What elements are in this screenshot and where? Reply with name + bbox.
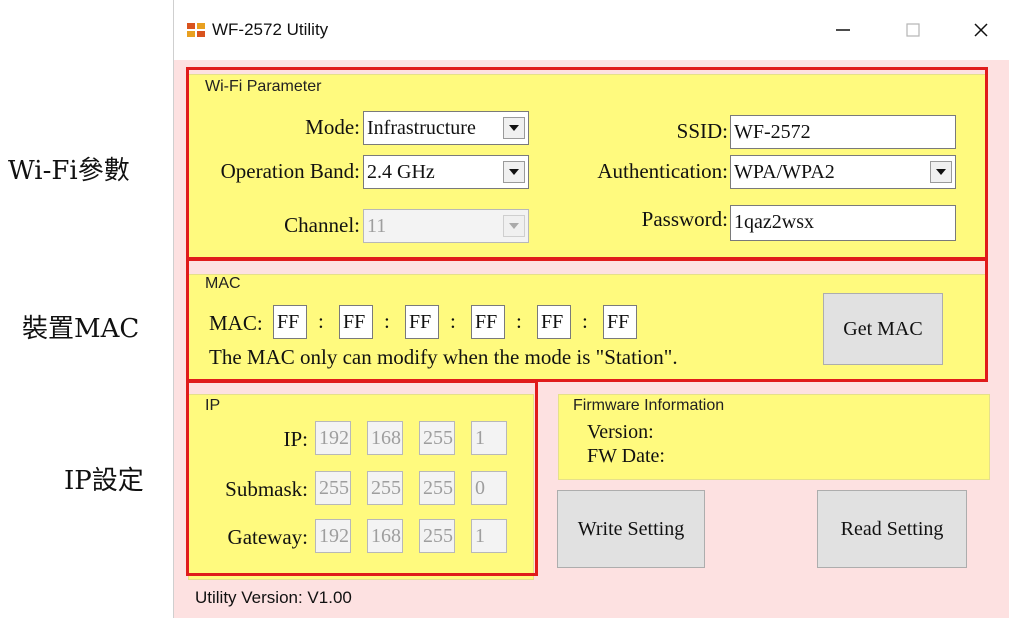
- password-label: Password:: [641, 207, 728, 231]
- firmware-legend: Firmware Information: [573, 397, 725, 414]
- ip-group: IP IP: Submask: Gateway: 192 168 255 1 255 25…: [188, 394, 534, 580]
- mac-legend: MAC: [205, 275, 241, 292]
- password-input[interactable]: 1qaz2wsx: [730, 205, 956, 241]
- mac-octet-2-input[interactable]: FF: [339, 305, 373, 339]
- minimize-icon[interactable]: [820, 10, 866, 50]
- mode-select[interactable]: Infrastructure: [363, 111, 529, 145]
- chevron-down-icon[interactable]: [503, 215, 525, 237]
- annotation-ip-settings: IP設定: [64, 466, 144, 496]
- authentication-select[interactable]: WPA/WPA2: [730, 155, 956, 189]
- mac-separator: :: [384, 309, 390, 333]
- firmware-info-group: Firmware Information Version: FW Date:: [558, 394, 990, 480]
- read-setting-button[interactable]: Read Setting: [817, 490, 967, 568]
- maximize-icon[interactable]: [890, 10, 936, 50]
- channel-value: 11: [367, 215, 387, 237]
- mac-separator: :: [318, 309, 324, 333]
- band-select[interactable]: 2.4 GHz: [363, 155, 529, 189]
- close-icon[interactable]: [958, 10, 1004, 50]
- gateway-label: Gateway:: [227, 525, 308, 549]
- write-setting-button[interactable]: Write Setting: [557, 490, 705, 568]
- ip-octet-3-input[interactable]: 255: [419, 421, 455, 455]
- gateway-octet-3-input[interactable]: 255: [419, 519, 455, 553]
- annotation-wifi-params: Wi-Fi參數: [8, 156, 130, 186]
- mac-separator: :: [582, 309, 588, 333]
- submask-octet-2-input[interactable]: 255: [367, 471, 403, 505]
- mac-octet-1-input[interactable]: FF: [273, 305, 307, 339]
- authentication-value: WPA/WPA2: [734, 161, 835, 183]
- chevron-down-icon[interactable]: [503, 117, 525, 139]
- mode-label: Mode:: [305, 115, 360, 139]
- ip-label: IP:: [283, 427, 308, 451]
- submask-octet-4-input[interactable]: 0: [471, 471, 507, 505]
- chevron-down-icon[interactable]: [503, 161, 525, 183]
- mac-note: The MAC only can modify when the mode is…: [209, 345, 678, 369]
- gateway-octet-4-input[interactable]: 1: [471, 519, 507, 553]
- version-label: Version:: [587, 421, 654, 443]
- icpdas-logo-icon: [186, 22, 206, 38]
- submask-octet-1-input[interactable]: 255: [315, 471, 351, 505]
- mac-label: MAC:: [209, 311, 263, 335]
- mac-separator: :: [450, 309, 456, 333]
- mac-octet-6-input[interactable]: FF: [603, 305, 637, 339]
- ssid-label: SSID:: [676, 119, 728, 143]
- mac-group: MAC MAC: The MAC only can modify when th…: [188, 274, 986, 380]
- ip-legend: IP: [205, 397, 221, 414]
- band-label: Operation Band:: [220, 159, 360, 183]
- utility-window: WF-2572 Utility Wi-Fi Parameter Mode: In…: [173, 0, 1009, 618]
- ip-octet-1-input[interactable]: 192: [315, 421, 351, 455]
- mac-octet-5-input[interactable]: FF: [537, 305, 571, 339]
- mac-separator: :: [516, 309, 522, 333]
- mode-value: Infrastructure: [367, 117, 476, 139]
- gateway-octet-1-input[interactable]: 192: [315, 519, 351, 553]
- wifi-parameter-group: Wi-Fi Parameter Mode: Infrastructure Ope…: [188, 74, 986, 260]
- get-mac-button[interactable]: Get MAC: [823, 293, 943, 365]
- window-title: WF-2572 Utility: [212, 20, 329, 39]
- channel-select[interactable]: 11: [363, 209, 529, 243]
- title-bar: WF-2572 Utility: [174, 0, 1009, 60]
- ssid-input[interactable]: WF-2572: [730, 115, 956, 149]
- channel-label: Channel:: [284, 213, 360, 237]
- chevron-down-icon[interactable]: [930, 161, 952, 183]
- authentication-label: Authentication:: [597, 159, 728, 183]
- ip-octet-2-input[interactable]: 168: [367, 421, 403, 455]
- band-value: 2.4 GHz: [367, 161, 435, 183]
- submask-label: Submask:: [225, 477, 308, 501]
- mac-octet-4-input[interactable]: FF: [471, 305, 505, 339]
- annotation-device-mac: 裝置MAC: [22, 314, 140, 344]
- ip-octet-4-input[interactable]: 1: [471, 421, 507, 455]
- submask-octet-3-input[interactable]: 255: [419, 471, 455, 505]
- mac-octet-3-input[interactable]: FF: [405, 305, 439, 339]
- utility-version: Utility Version: V1.00: [195, 588, 352, 607]
- wifi-legend: Wi-Fi Parameter: [205, 78, 322, 95]
- gateway-octet-2-input[interactable]: 168: [367, 519, 403, 553]
- fw-date-label: FW Date:: [587, 445, 665, 467]
